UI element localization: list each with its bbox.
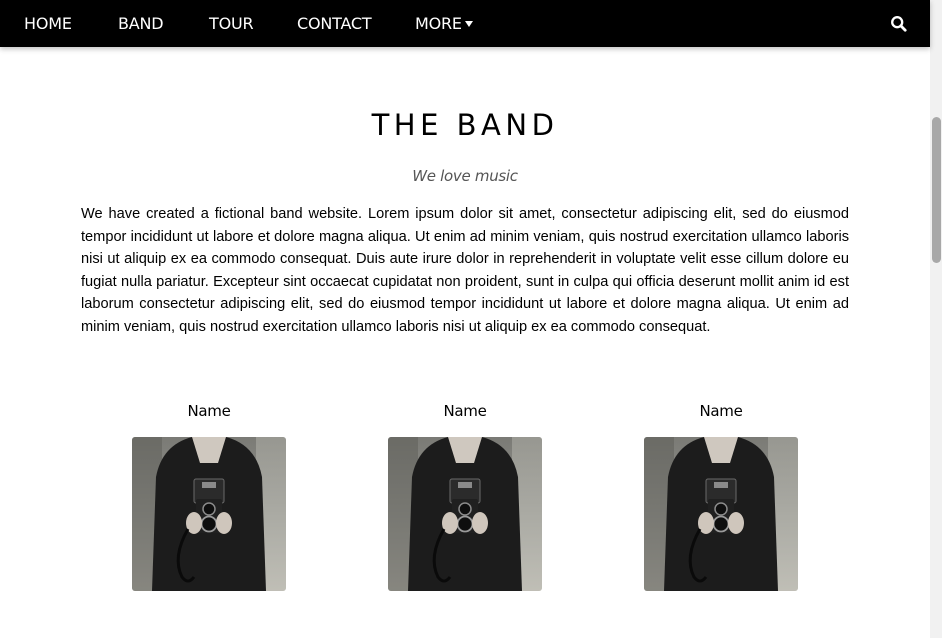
nav-contact-link[interactable]: CONTACT	[297, 0, 372, 47]
scrollbar-thumb[interactable]	[932, 117, 941, 263]
band-description: We have created a fictional band website…	[81, 206, 849, 335]
search-icon	[891, 16, 907, 32]
member-photo[interactable]	[388, 437, 542, 591]
member-photo[interactable]	[644, 437, 798, 591]
nav-home-link[interactable]: HOME	[24, 0, 72, 47]
scrollbar-track[interactable]	[930, 0, 942, 638]
band-member-card: Name	[644, 400, 798, 591]
band-member-card: Name	[388, 400, 542, 591]
member-name: Name	[187, 402, 231, 420]
section-subtitle: We love music	[412, 167, 518, 185]
member-photo[interactable]	[132, 437, 286, 591]
nav-more-label: MORE	[415, 14, 462, 33]
nav-tour-link[interactable]: TOUR	[209, 0, 254, 47]
caret-down-icon	[464, 21, 473, 27]
section-title: THE BAND	[371, 108, 559, 142]
nav-more-dropdown[interactable]: MORE	[415, 0, 473, 47]
person-holding-camera-image	[132, 437, 286, 591]
person-holding-camera-image	[388, 437, 542, 591]
nav-band-link[interactable]: BAND	[118, 0, 164, 47]
band-member-card: Name	[132, 400, 286, 591]
search-button[interactable]	[890, 15, 908, 33]
person-holding-camera-image	[644, 437, 798, 591]
member-name: Name	[443, 402, 487, 420]
top-navbar: HOME BAND TOUR CONTACT MORE	[0, 0, 930, 47]
member-name: Name	[699, 402, 743, 420]
